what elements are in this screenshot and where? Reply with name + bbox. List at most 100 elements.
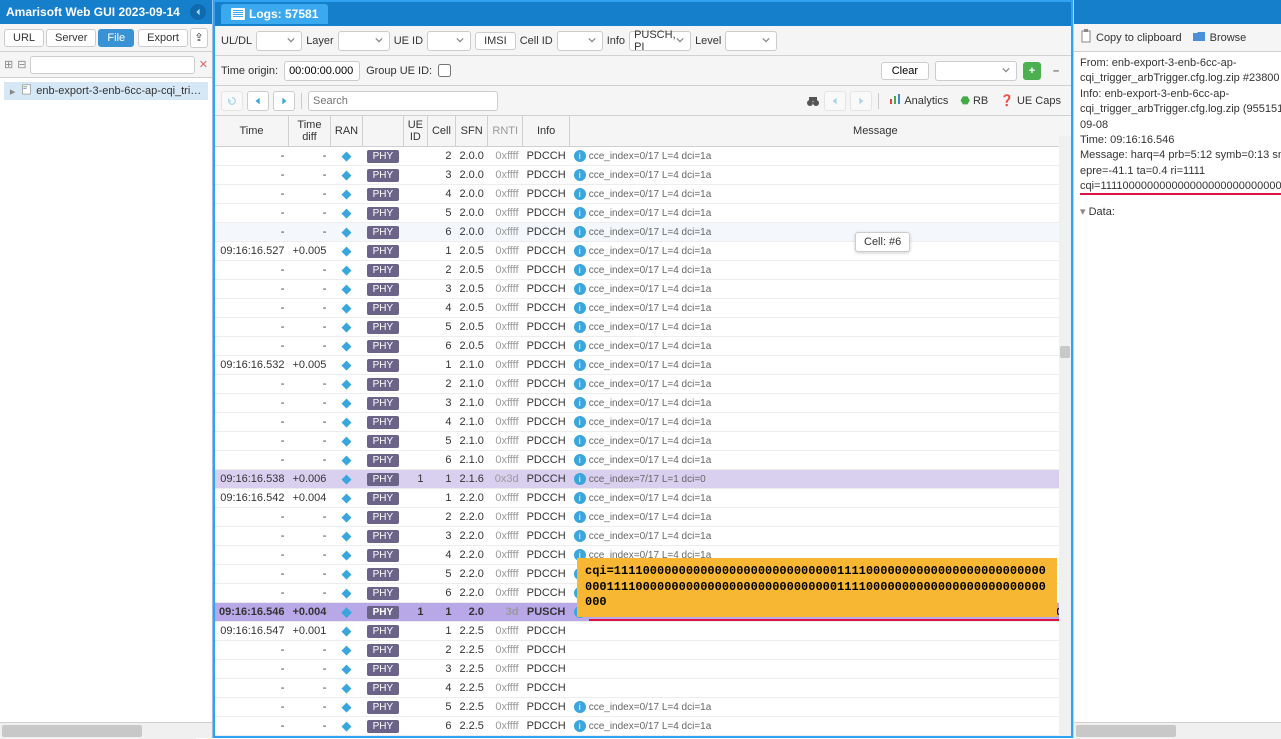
table-row[interactable]: 09:16:16.527+0.005◆PHY12.0.50xffffPDCCHi… xyxy=(215,242,1071,261)
add-filter-icon[interactable]: + xyxy=(1023,62,1041,80)
browse-button[interactable]: Browse xyxy=(1192,30,1247,45)
layer-badge: PHY xyxy=(367,644,400,657)
table-row[interactable]: --◆PHY42.0.00xffffPDCCHicce_index=0/17 L… xyxy=(215,185,1071,204)
uldl-select[interactable] xyxy=(256,31,302,51)
table-row[interactable]: 09:16:16.532+0.005◆PHY12.1.00xffffPDCCHi… xyxy=(215,356,1071,375)
table-row[interactable]: --◆PHY22.0.50xffffPDCCHicce_index=0/17 L… xyxy=(215,261,1071,280)
find-next-icon[interactable] xyxy=(850,91,872,111)
nav-forward-icon[interactable] xyxy=(273,91,295,111)
downlink-arrow-icon: ◆ xyxy=(342,433,352,448)
binoculars-icon[interactable] xyxy=(806,95,820,107)
rb-button[interactable]: ⬣RB xyxy=(956,94,992,107)
table-row[interactable]: --◆PHY52.1.00xffffPDCCHicce_index=0/17 L… xyxy=(215,432,1071,451)
remove-filter-icon[interactable]: – xyxy=(1047,62,1065,80)
table-row[interactable]: --◆PHY32.2.50xffffPDCCH xyxy=(215,660,1071,679)
collapse-left-icon[interactable] xyxy=(190,4,206,20)
clear-search-icon[interactable]: ✕ xyxy=(199,58,208,71)
imsi-button[interactable]: IMSI xyxy=(475,32,516,50)
table-row[interactable]: --◆PHY52.2.50xffffPDCCHicce_index=0/17 L… xyxy=(215,698,1071,717)
search-input[interactable] xyxy=(308,91,498,111)
url-button[interactable]: URL xyxy=(4,29,44,47)
table-row[interactable]: --◆PHY62.0.50xffffPDCCHicce_index=0/17 L… xyxy=(215,337,1071,356)
table-row[interactable]: --◆PHY22.2.50xffffPDCCH xyxy=(215,641,1071,660)
rb-icon: ⬣ xyxy=(960,94,970,107)
analytics-button[interactable]: Analytics xyxy=(885,93,952,108)
info-icon: i xyxy=(574,720,586,732)
right-hscroll[interactable] xyxy=(1074,722,1281,738)
table-row[interactable]: --◆PHY62.0.00xffffPDCCHicce_index=0/17 L… xyxy=(215,223,1071,242)
table-row[interactable]: --◆PHY42.0.50xffffPDCCHicce_index=0/17 L… xyxy=(215,299,1071,318)
col-msg[interactable]: Message xyxy=(570,116,1071,147)
downlink-arrow-icon: ◆ xyxy=(342,262,352,277)
col-ueid[interactable]: UE ID xyxy=(403,116,427,147)
find-prev-icon[interactable] xyxy=(824,91,846,111)
uldl-label: UL/DL xyxy=(221,35,252,47)
logs-tab[interactable]: Logs: 57581 xyxy=(221,4,328,24)
layer-select[interactable] xyxy=(338,31,390,51)
info-icon: i xyxy=(574,378,586,390)
table-row[interactable]: --◆PHY32.1.00xffffPDCCHicce_index=0/17 L… xyxy=(215,394,1071,413)
ueid-select[interactable] xyxy=(427,31,471,51)
layer-badge: PHY xyxy=(367,568,400,581)
col-cell[interactable]: Cell xyxy=(427,116,455,147)
table-row[interactable]: --◆PHY22.1.00xffffPDCCHicce_index=0/17 L… xyxy=(215,375,1071,394)
col-layer[interactable] xyxy=(363,116,404,147)
table-row[interactable]: 09:16:16.542+0.004◆PHY12.2.00xffffPDCCHi… xyxy=(215,489,1071,508)
tree-search-input[interactable] xyxy=(30,56,194,74)
table-row[interactable]: --◆PHY52.0.50xffffPDCCHicce_index=0/17 L… xyxy=(215,318,1071,337)
table-row[interactable]: 09:16:16.538+0.006◆PHY112.1.60x3dPDCCHic… xyxy=(215,470,1071,489)
server-button[interactable]: Server xyxy=(46,29,96,47)
chart-icon xyxy=(889,93,901,108)
tree-toggle-icon[interactable]: ▸ xyxy=(8,85,17,98)
table-row[interactable]: --◆PHY32.2.00xffffPDCCHicce_index=0/17 L… xyxy=(215,527,1071,546)
nav-refresh-icon[interactable] xyxy=(221,91,243,111)
filter-select[interactable] xyxy=(935,61,1017,81)
left-panel: Amarisoft Web GUI 2023-09-14 URL Server … xyxy=(0,0,213,738)
tree-collapse-icon[interactable]: ▾ xyxy=(1080,206,1086,218)
col-sfn[interactable]: SFN xyxy=(455,116,487,147)
col-rnti[interactable]: RNTI xyxy=(488,116,523,147)
layer-badge: PHY xyxy=(367,169,400,182)
data-tree[interactable]: ▾ Data: xyxy=(1080,205,1281,220)
time-origin-input[interactable] xyxy=(284,61,360,81)
col-info[interactable]: Info xyxy=(523,116,570,147)
col-ran[interactable]: RAN xyxy=(330,116,362,147)
left-hscroll[interactable] xyxy=(0,722,212,738)
table-vscroll[interactable] xyxy=(1059,136,1071,736)
cellid-select[interactable] xyxy=(557,31,603,51)
table-row[interactable]: --◆PHY32.0.00xffffPDCCHicce_index=0/17 L… xyxy=(215,166,1071,185)
table-row[interactable]: --◆PHY42.2.50xffffPDCCH xyxy=(215,679,1071,698)
info-icon: i xyxy=(574,359,586,371)
time-bar: Time origin: Group UE ID: Clear + – xyxy=(215,56,1071,86)
right-panel: Copy to clipboard Browse From: enb-expor… xyxy=(1073,0,1281,738)
col-time[interactable]: Time xyxy=(215,116,288,147)
copy-clipboard-button[interactable]: Copy to clipboard xyxy=(1080,29,1182,46)
table-row[interactable]: 09:16:16.547+0.001◆PHY12.2.50xffffPDCCH xyxy=(215,622,1071,641)
col-diff[interactable]: Time diff xyxy=(288,116,330,147)
table-row[interactable]: --◆PHY52.0.00xffffPDCCHicce_index=0/17 L… xyxy=(215,204,1071,223)
import-icon[interactable]: ⇪ xyxy=(190,28,208,48)
clear-button[interactable]: Clear xyxy=(881,62,929,80)
file-button[interactable]: File xyxy=(98,29,134,47)
right-toolbar: Copy to clipboard Browse xyxy=(1074,24,1281,52)
nav-back-icon[interactable] xyxy=(247,91,269,111)
table-row[interactable]: --◆PHY42.1.00xffffPDCCHicce_index=0/17 L… xyxy=(215,413,1071,432)
table-row[interactable]: --◆PHY22.2.00xffffPDCCHicce_index=0/17 L… xyxy=(215,508,1071,527)
uecaps-button[interactable]: ❓UE Caps xyxy=(996,94,1065,107)
table-row[interactable]: --◆PHY62.1.00xffffPDCCHicce_index=0/17 L… xyxy=(215,451,1071,470)
expand-all-icon[interactable]: ⊞ xyxy=(4,58,13,71)
layer-badge: PHY xyxy=(367,511,400,524)
group-ueid-checkbox[interactable] xyxy=(438,64,451,77)
table-row[interactable]: --◆PHY32.0.50xffffPDCCHicce_index=0/17 L… xyxy=(215,280,1071,299)
tree-item[interactable]: ▸ enb-export-3-enb-6cc-ap-cqi_trigger_ar… xyxy=(4,82,208,100)
export-button[interactable]: Export xyxy=(138,29,188,47)
log-table-wrap[interactable]: Time Time diff RAN UE ID Cell SFN RNTI I… xyxy=(215,116,1071,736)
layer-badge: PHY xyxy=(367,264,400,277)
level-select[interactable] xyxy=(725,31,777,51)
downlink-arrow-icon: ◆ xyxy=(342,281,352,296)
table-row[interactable]: --◆PHY22.0.00xffffPDCCHicce_index=0/17 L… xyxy=(215,147,1071,166)
collapse-all-icon[interactable]: ⊟ xyxy=(17,58,26,71)
info-select[interactable]: PUSCH, PI xyxy=(629,31,691,51)
layer-badge: PHY xyxy=(367,435,400,448)
table-row[interactable]: --◆PHY62.2.50xffffPDCCHicce_index=0/17 L… xyxy=(215,717,1071,736)
